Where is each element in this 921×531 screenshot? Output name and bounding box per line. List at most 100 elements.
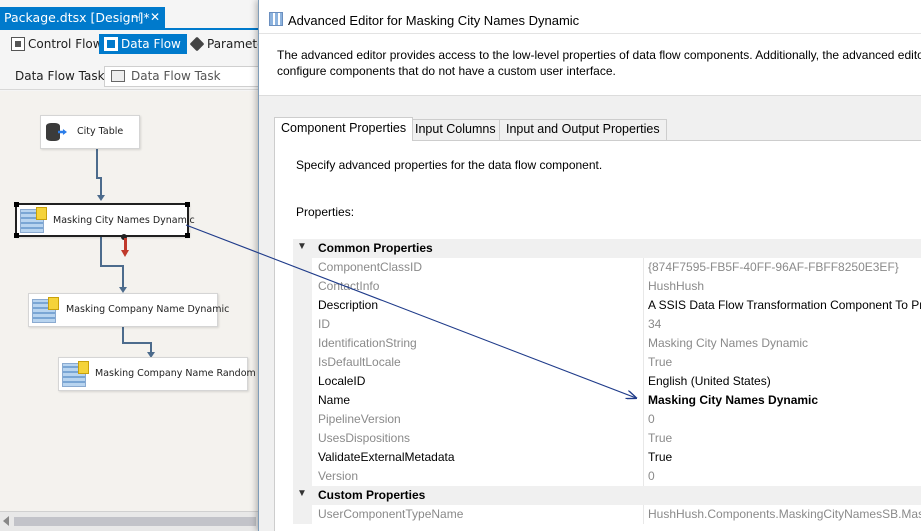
- property-row-name[interactable]: Name Masking City Names Dynamic: [293, 391, 921, 410]
- masking-component-icon: [20, 207, 47, 233]
- dialog-titlebar[interactable]: Advanced Editor for Masking City Names D…: [259, 0, 921, 34]
- property-name: PipelineVersion: [318, 412, 401, 426]
- property-row[interactable]: Description A SSIS Data Flow Transformati…: [293, 296, 921, 315]
- property-value: 34: [648, 317, 662, 331]
- property-value[interactable]: A SSIS Data Flow Transformation Componen…: [648, 298, 921, 312]
- panel-description: Specify advanced properties for the data…: [296, 158, 603, 172]
- collapse-icon[interactable]: ▼: [297, 241, 307, 252]
- tab-control-flow-label: Control Flow: [28, 37, 103, 51]
- data-flow-icon: [104, 37, 118, 51]
- property-value: {874F7595-FB5F-40FF-96AF-FBFF8250E3EF}: [648, 260, 899, 274]
- tab-data-flow[interactable]: Data Flow: [99, 34, 187, 54]
- data-flow-task-label: Data Flow Task:: [15, 69, 109, 83]
- property-value: HushHush: [648, 279, 705, 293]
- property-value[interactable]: True: [648, 450, 672, 464]
- masking-component-icon: [62, 361, 89, 387]
- property-name: ID: [318, 317, 330, 331]
- property-name: UserComponentTypeName: [318, 507, 464, 521]
- property-row[interactable]: IdentificationString Masking City Names D…: [293, 334, 921, 353]
- property-grid: ▼ Common Properties ComponentClassID {874…: [293, 239, 921, 524]
- node-city-table[interactable]: City Table: [40, 115, 140, 149]
- properties-label: Properties:: [296, 205, 355, 219]
- scrollbar-thumb[interactable]: [14, 517, 256, 526]
- horizontal-scrollbar[interactable]: [0, 511, 262, 531]
- category-common-properties[interactable]: ▼ Common Properties: [293, 239, 921, 258]
- path-connector[interactable]: [96, 148, 98, 178]
- property-value: 0: [648, 412, 655, 426]
- design-surface[interactable]: City Table Masking City Names Dynamic Ma…: [0, 91, 262, 511]
- tab-component-properties[interactable]: Component Properties: [274, 117, 414, 141]
- property-value[interactable]: Masking City Names Dynamic: [648, 393, 818, 407]
- advanced-editor-dialog: Advanced Editor for Masking City Names D…: [258, 0, 921, 531]
- scroll-left-icon[interactable]: [3, 516, 9, 526]
- property-value: HushHush.Components.MaskingCityNamesSB.M…: [648, 507, 921, 521]
- path-connector[interactable]: [122, 342, 152, 344]
- document-tab-package[interactable]: Package.dtsx [Design]* ⊣ ✕: [0, 7, 165, 28]
- property-row[interactable]: ValidateExternalMetadata True: [293, 448, 921, 467]
- property-row[interactable]: LocaleID English (United States): [293, 372, 921, 391]
- path-connector[interactable]: [122, 265, 124, 289]
- property-row[interactable]: ID 34: [293, 315, 921, 334]
- property-row[interactable]: ContactInfo HushHush: [293, 277, 921, 296]
- property-name: Description: [318, 298, 379, 312]
- property-name: ContactInfo: [318, 279, 380, 293]
- tab-control-flow[interactable]: Control Flow: [6, 34, 109, 54]
- designer-tab-bar: Control Flow Data Flow Parameters: [0, 31, 262, 57]
- database-source-icon: [46, 123, 66, 143]
- node-label: Masking Company Name Random: [95, 368, 256, 379]
- node-masking-company-name-random[interactable]: Masking Company Name Random: [58, 357, 256, 391]
- pin-icon[interactable]: ⊣: [131, 7, 141, 28]
- tab-parameters-label: Parameters: [207, 37, 262, 51]
- property-name: LocaleID: [318, 374, 366, 388]
- dialog-header-text: The advanced editor provides access to t…: [277, 47, 921, 79]
- property-row[interactable]: PipelineVersion 0: [293, 410, 921, 429]
- category-label: Common Properties: [318, 241, 433, 255]
- property-row[interactable]: IsDefaultLocale True: [293, 353, 921, 372]
- tab-strip-divider: [0, 28, 262, 30]
- close-icon[interactable]: ✕: [150, 7, 160, 28]
- tab-parameters[interactable]: Parameters: [185, 34, 262, 54]
- property-name: ValidateExternalMetadata: [318, 450, 455, 464]
- path-connector[interactable]: [122, 327, 124, 343]
- data-flow-task-bar: Data Flow Task: Data Flow Task: [0, 62, 262, 90]
- collapse-icon[interactable]: ▼: [297, 488, 307, 499]
- masking-component-icon: [32, 297, 59, 323]
- property-name: ComponentClassID: [318, 260, 423, 274]
- node-masking-city-names-dynamic[interactable]: Masking City Names Dynamic: [14, 202, 195, 238]
- tab-input-output-properties[interactable]: Input and Output Properties: [499, 119, 667, 140]
- selection-handle[interactable]: [185, 202, 190, 207]
- control-flow-icon: [11, 37, 25, 51]
- property-value: Masking City Names Dynamic: [648, 336, 809, 350]
- property-value[interactable]: English (United States): [648, 374, 771, 388]
- data-flow-task-combo[interactable]: Data Flow Task: [104, 66, 262, 87]
- property-name: UsesDispositions: [318, 431, 411, 445]
- dialog-title: Advanced Editor for Masking City Names D…: [288, 13, 580, 28]
- property-row[interactable]: UsesDispositions True: [293, 429, 921, 448]
- property-name: Name: [318, 393, 351, 407]
- property-name: Version: [318, 469, 359, 483]
- node-masking-company-name-dynamic[interactable]: Masking Company Name Dynamic: [28, 293, 229, 327]
- selection-handle[interactable]: [14, 202, 19, 207]
- node-label: Masking City Names Dynamic: [53, 215, 195, 226]
- property-name: IsDefaultLocale: [318, 355, 401, 369]
- property-row[interactable]: ComponentClassID {874F7595-FB5F-40FF-96AF…: [293, 258, 921, 277]
- selection-handle[interactable]: [14, 233, 19, 238]
- category-custom-properties[interactable]: ▼ Custom Properties: [293, 486, 921, 505]
- property-row[interactable]: Version 0: [293, 467, 921, 486]
- selection-handle[interactable]: [185, 233, 190, 238]
- error-output-arrow[interactable]: [121, 238, 129, 257]
- advanced-editor-icon: [269, 12, 283, 26]
- data-flow-task-value: Data Flow Task: [131, 69, 221, 83]
- header-line-2: configure components that do not have a …: [277, 64, 616, 78]
- path-connector[interactable]: [100, 237, 102, 267]
- tab-input-columns[interactable]: Input Columns: [408, 119, 503, 140]
- path-arrowhead: [97, 195, 105, 201]
- path-connector[interactable]: [100, 265, 124, 267]
- property-name: IdentificationString: [318, 336, 417, 350]
- data-flow-task-icon: [111, 70, 125, 82]
- property-value: True: [648, 431, 673, 445]
- property-row[interactable]: UserComponentTypeName HushHush.Components…: [293, 505, 921, 524]
- component-properties-panel: Specify advanced properties for the data…: [274, 140, 921, 531]
- path-connector[interactable]: [100, 177, 102, 197]
- parameters-icon: [189, 36, 205, 52]
